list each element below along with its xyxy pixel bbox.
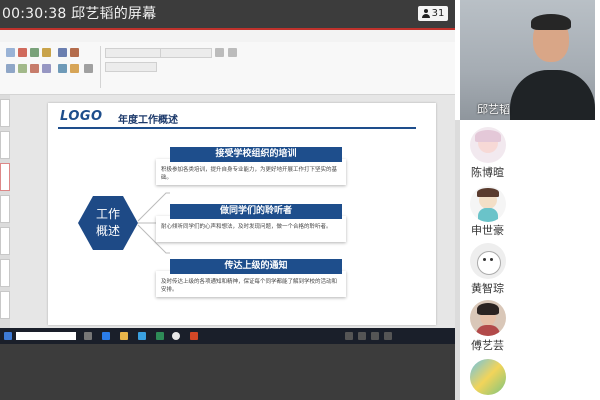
cartoon-cat-avatar[interactable] xyxy=(470,243,506,279)
section-heading-3: 传达上级的通知 xyxy=(170,259,342,274)
ribbon-tabs[interactable] xyxy=(0,30,455,42)
host-name: 邱艺韬 xyxy=(477,103,510,116)
ribbon-icon[interactable] xyxy=(215,48,224,57)
store-icon[interactable] xyxy=(138,332,146,340)
participant-count-button[interactable]: 31 xyxy=(418,6,448,21)
slide-thumbnails xyxy=(0,95,10,330)
style-selector[interactable] xyxy=(160,48,212,58)
tray-icon[interactable] xyxy=(358,332,366,340)
participant-name: 傅艺芸 xyxy=(471,339,504,352)
meeting-title: 00:30:38 邱艺韬的屏幕 xyxy=(2,6,157,22)
task-view-icon[interactable] xyxy=(84,332,92,340)
chrome-icon[interactable] xyxy=(172,332,180,340)
section-body-2: 耐心倾听同学们的心声和想法，及时发现问题，做一个合格的聆听者。 xyxy=(161,224,332,230)
ribbon-icon[interactable] xyxy=(58,64,67,73)
cartoon-girl-avatar[interactable] xyxy=(470,127,506,163)
slide-thumbnail[interactable] xyxy=(0,195,10,223)
start-icon[interactable] xyxy=(4,332,12,340)
font-size-selector[interactable] xyxy=(105,62,157,72)
ribbon-icon[interactable] xyxy=(84,64,93,73)
tray-icon[interactable] xyxy=(371,332,379,340)
ribbon-icon[interactable] xyxy=(30,64,39,73)
shared-screen: LOGO 年度工作概述 工作 概述 积极参加各类培训，提升自身专业能力，为更好地… xyxy=(0,28,455,344)
ribbon-icon[interactable] xyxy=(228,48,237,57)
ribbon-icon[interactable] xyxy=(18,48,27,57)
ribbon-icon[interactable] xyxy=(18,64,27,73)
app-icon[interactable] xyxy=(156,332,164,340)
center-label-line2: 概述 xyxy=(95,224,120,238)
slide-thumbnail[interactable] xyxy=(0,131,10,159)
slide-thumbnail[interactable] xyxy=(0,99,10,127)
person-icon xyxy=(421,9,430,18)
participant-count: 31 xyxy=(431,8,445,19)
slide-editor: LOGO 年度工作概述 工作 概述 积极参加各类培训，提升自身专业能力，为更好地… xyxy=(10,95,455,330)
tray-icon[interactable] xyxy=(345,332,353,340)
slide-thumbnail[interactable] xyxy=(0,259,10,287)
panel-divider xyxy=(455,120,460,400)
edge-icon[interactable] xyxy=(102,332,110,340)
photo-avatar[interactable] xyxy=(470,300,506,336)
section-body-1: 积极参加各类培训，提升自身专业能力，为更好地开展工作打下坚实的基础。 xyxy=(161,167,338,181)
ribbon-icon[interactable] xyxy=(6,64,15,73)
slide-thumbnail[interactable] xyxy=(0,227,10,255)
ribbon-icon[interactable] xyxy=(42,64,51,73)
main-bottom-area xyxy=(0,344,455,400)
section-heading-2: 做同学们的聆听者 xyxy=(170,204,342,219)
ribbon-icon[interactable] xyxy=(70,48,79,57)
section-box-1: 积极参加各类培训，提升自身专业能力，为更好地开展工作打下坚实的基础。 xyxy=(156,159,346,185)
center-label-line1: 工作 xyxy=(95,207,120,221)
section-box-3: 及时传达上级的各项通知和精神，保证每个同学都能了解到学校的活动和安排。 xyxy=(156,271,346,297)
tray-icon[interactable] xyxy=(384,332,392,340)
ribbon-toolbar xyxy=(0,42,455,95)
host-hair xyxy=(531,14,571,30)
ribbon-icon[interactable] xyxy=(6,48,15,57)
font-selector[interactable] xyxy=(105,48,167,58)
section-heading-1: 接受学校组织的培训 xyxy=(170,147,342,162)
ribbon-icon[interactable] xyxy=(70,64,79,73)
colorful-avatar[interactable] xyxy=(470,359,506,395)
slide-canvas[interactable]: LOGO 年度工作概述 工作 概述 积极参加各类培训，提升自身专业能力，为更好地… xyxy=(48,103,436,325)
participant-name: 黄智琮 xyxy=(471,282,504,295)
section-box-2: 耐心倾听同学们的心声和想法，及时发现问题，做一个合格的聆听者。 xyxy=(156,216,346,242)
slide-thumbnail[interactable] xyxy=(0,291,10,319)
cartoon-character-avatar[interactable] xyxy=(470,186,506,222)
ribbon-icon[interactable] xyxy=(30,48,39,57)
ribbon-icon[interactable] xyxy=(58,48,67,57)
ribbon-divider xyxy=(100,46,101,88)
participant-name: 陈博暄 xyxy=(471,166,504,179)
powerpoint-icon[interactable] xyxy=(190,332,198,340)
ribbon-icon[interactable] xyxy=(42,48,51,57)
slide-thumbnail[interactable] xyxy=(0,163,10,191)
folder-icon[interactable] xyxy=(120,332,128,340)
section-body-3: 及时传达上级的各项通知和精神，保证每个同学都能了解到学校的活动和安排。 xyxy=(161,279,338,293)
windows-taskbar xyxy=(0,328,455,344)
participant-name: 申世豪 xyxy=(471,224,504,237)
taskbar-search-box[interactable] xyxy=(16,332,76,340)
